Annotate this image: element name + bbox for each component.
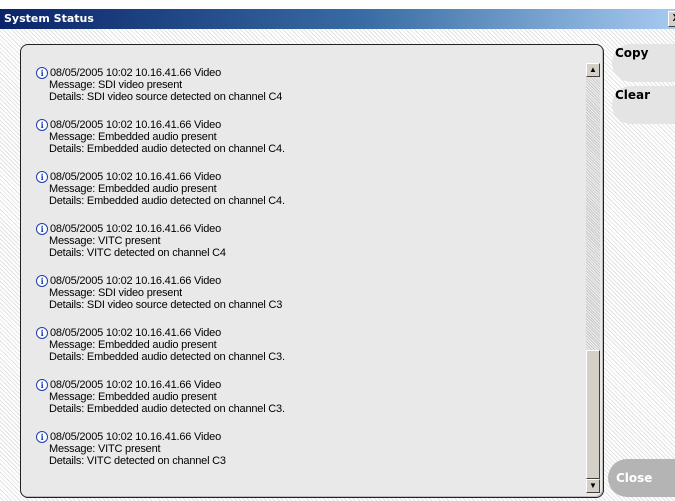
- info-icon: i: [36, 327, 48, 339]
- clear-button[interactable]: Clear: [612, 86, 675, 124]
- log-entry-message: Message: Embedded audio present: [49, 391, 217, 403]
- status-log-panel: i 08/05/2005 10:02 10.16.41.66 Video Messa…: [20, 44, 604, 498]
- log-entry-header: 08/05/2005 10:02 10.16.41.66 Video: [50, 275, 221, 287]
- log-entry: i 08/05/2005 10:02 10.16.41.66 Video Messa…: [36, 275, 581, 327]
- log-entry: i 08/05/2005 10:02 10.16.41.66 Video Messa…: [36, 431, 581, 483]
- info-icon: i: [36, 431, 48, 443]
- log-entry: i 08/05/2005 10:02 10.16.41.66 Video Messa…: [36, 327, 581, 379]
- log-entry-message: Message: SDI video present: [49, 79, 182, 91]
- log-entry-header: 08/05/2005 10:02 10.16.41.66 Video: [50, 171, 221, 183]
- scroll-track[interactable]: [586, 77, 600, 479]
- scroll-thumb[interactable]: [586, 350, 600, 479]
- log-entry-details: Details: Embedded audio detected on chan…: [49, 403, 285, 415]
- info-icon: i: [36, 275, 48, 287]
- close-button[interactable]: Close: [608, 459, 675, 497]
- log-entry-header: 08/05/2005 10:02 10.16.41.66 Video: [50, 119, 221, 131]
- scroll-down-arrow-icon[interactable]: ▼: [586, 479, 600, 493]
- log-entry-details: Details: Embedded audio detected on chan…: [49, 195, 285, 207]
- log-entry: i 08/05/2005 10:02 10.16.41.66 Video Messa…: [36, 223, 581, 275]
- title-bar: System Status X: [0, 9, 675, 29]
- log-entry: i 08/05/2005 10:02 10.16.41.66 Video Messa…: [36, 67, 581, 119]
- log-entry-message: Message: Embedded audio present: [49, 131, 217, 143]
- info-icon: i: [36, 67, 48, 79]
- log-entry-header: 08/05/2005 10:02 10.16.41.66 Video: [50, 431, 221, 443]
- log-entry-details: Details: SDI video source detected on ch…: [49, 91, 283, 103]
- info-icon: i: [36, 379, 48, 391]
- log-entry-message: Message: Embedded audio present: [49, 339, 217, 351]
- log-entry-message: Message: SDI video present: [49, 287, 182, 299]
- log-entry-header: 08/05/2005 10:02 10.16.41.66 Video: [50, 223, 221, 235]
- window-title: System Status: [4, 12, 94, 25]
- info-icon: i: [36, 119, 48, 131]
- log-entry-message: Message: Embedded audio present: [49, 183, 217, 195]
- log-scrollbar[interactable]: ▲ ▼: [586, 63, 600, 493]
- info-icon: i: [36, 223, 48, 235]
- log-entry-header: 08/05/2005 10:02 10.16.41.66 Video: [50, 67, 221, 79]
- log-entry-details: Details: VITC detected on channel C4: [49, 247, 226, 259]
- log-entry: i 08/05/2005 10:02 10.16.41.66 Video Messa…: [36, 171, 581, 223]
- log-entry-details: Details: SDI video source detected on ch…: [49, 299, 283, 311]
- copy-button[interactable]: Copy: [612, 44, 675, 82]
- info-icon: i: [36, 171, 48, 183]
- status-log-list: i 08/05/2005 10:02 10.16.41.66 Video Messa…: [36, 67, 581, 483]
- log-entry-details: Details: VITC detected on channel C3: [49, 455, 226, 467]
- log-entry-message: Message: VITC present: [49, 235, 161, 247]
- log-entry: i 08/05/2005 10:02 10.16.41.66 Video Messa…: [36, 379, 581, 431]
- log-entry-header: 08/05/2005 10:02 10.16.41.66 Video: [50, 327, 221, 339]
- log-entry-details: Details: Embedded audio detected on chan…: [49, 351, 285, 363]
- log-entry-details: Details: Embedded audio detected on chan…: [49, 143, 285, 155]
- window-close-button[interactable]: X: [668, 11, 675, 27]
- log-entry-header: 08/05/2005 10:02 10.16.41.66 Video: [50, 379, 221, 391]
- scroll-up-arrow-icon[interactable]: ▲: [586, 63, 600, 77]
- log-entry: i 08/05/2005 10:02 10.16.41.66 Video Messa…: [36, 119, 581, 171]
- log-entry-message: Message: VITC present: [49, 443, 161, 455]
